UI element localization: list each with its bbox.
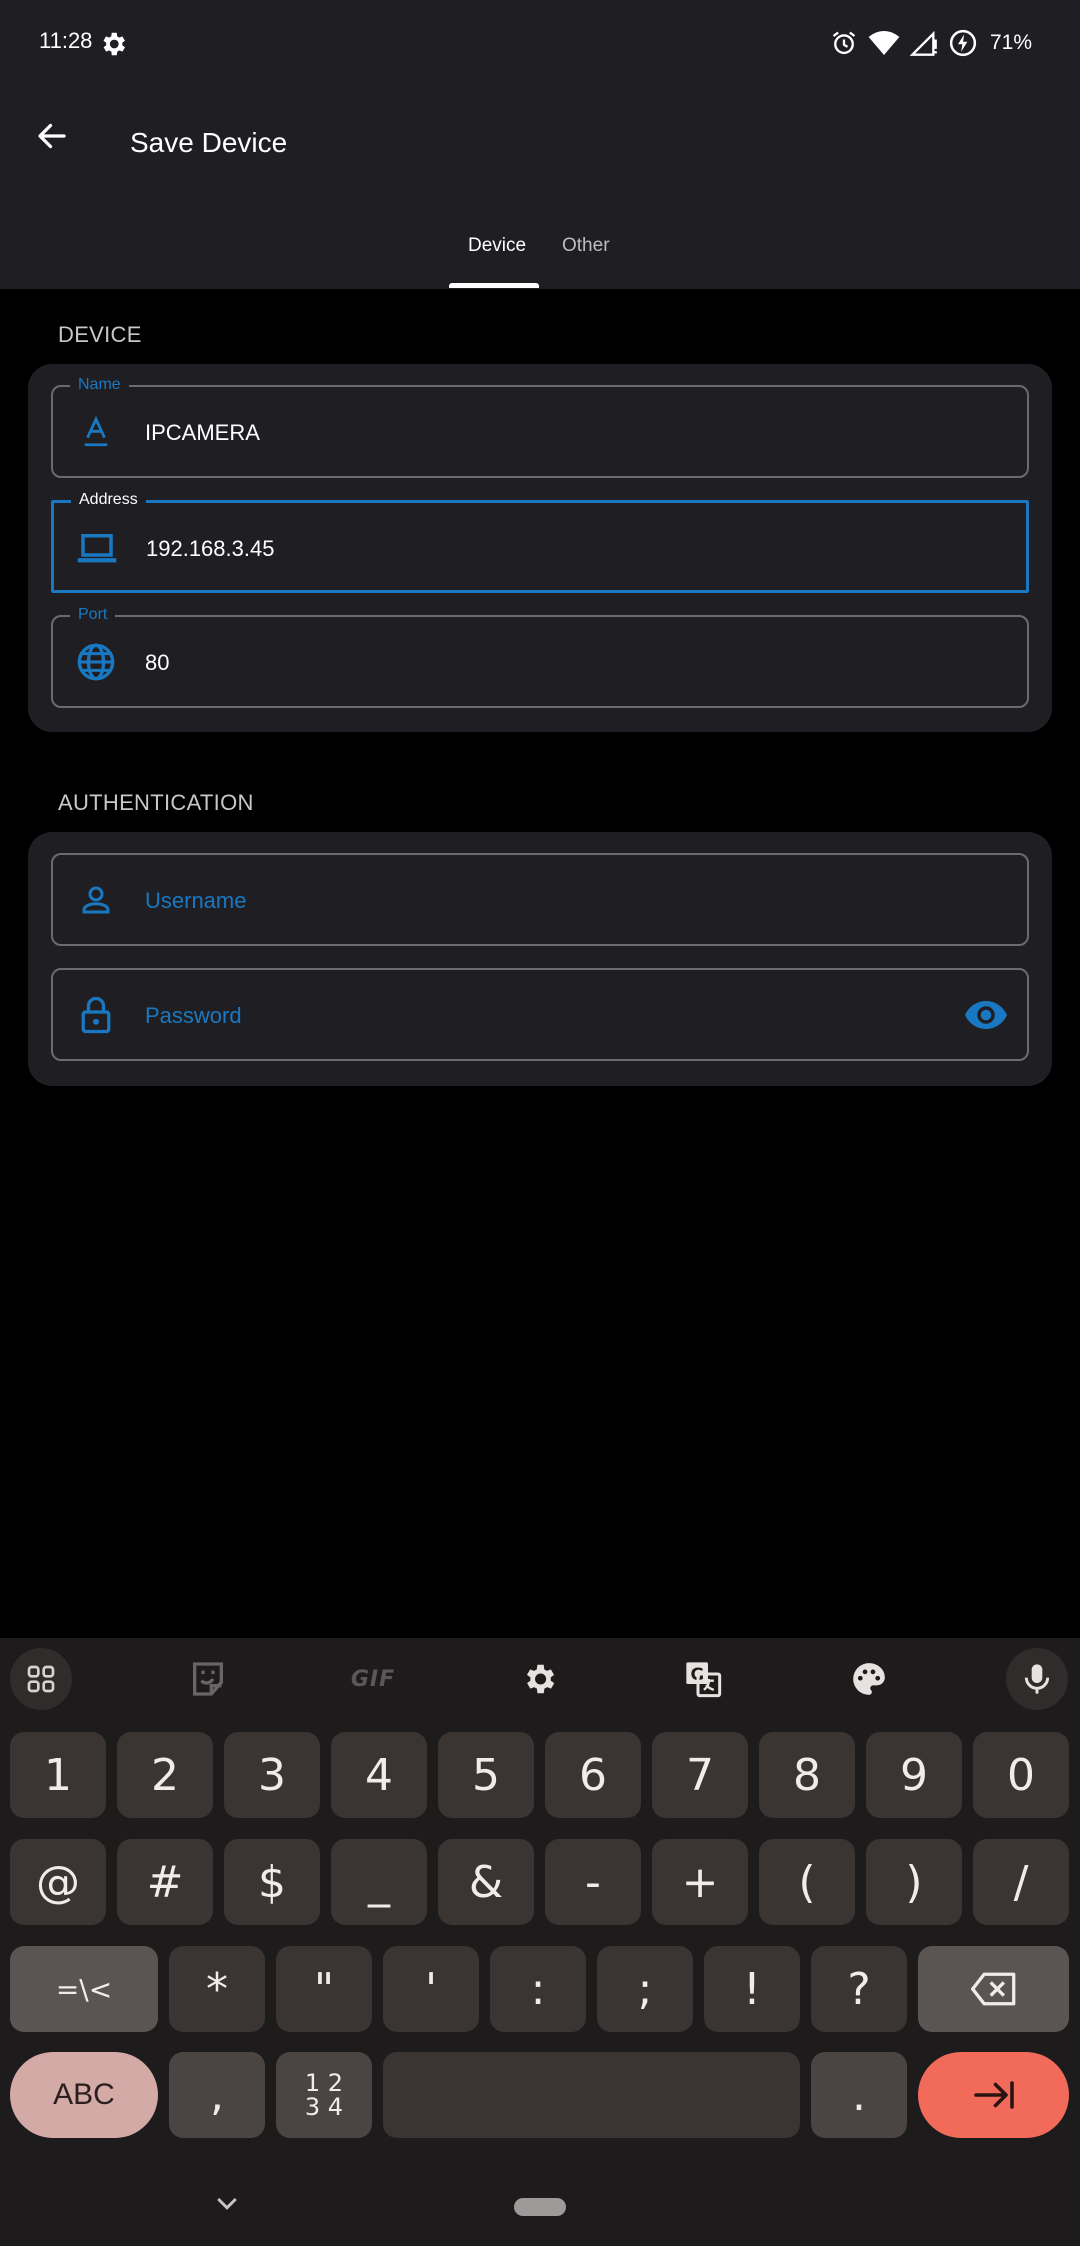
port-value: 80 bbox=[145, 650, 170, 675]
section-label-authentication: AUTHENTICATION bbox=[58, 790, 254, 815]
key-open-paren[interactable]: ( bbox=[759, 1839, 855, 1925]
key-colon[interactable]: : bbox=[490, 1946, 586, 2032]
key-question[interactable]: ? bbox=[811, 1946, 907, 2032]
key-asterisk[interactable]: * bbox=[169, 1946, 265, 2032]
password-placeholder: Password bbox=[145, 1003, 242, 1028]
key-1[interactable]: 1 bbox=[10, 1732, 106, 1818]
address-field-label: Address bbox=[71, 490, 146, 510]
space-key[interactable] bbox=[383, 2052, 800, 2138]
key-7[interactable]: 7 bbox=[652, 1732, 748, 1818]
address-value: 192.168.3.45 bbox=[146, 536, 275, 561]
keyboard: GIF G 1 2 3 4 5 6 7 8 9 0 @ # $ _ & - + … bbox=[0, 1638, 1080, 2246]
key-plus[interactable]: + bbox=[652, 1839, 748, 1925]
backspace-key[interactable] bbox=[918, 1946, 1069, 2032]
home-handle[interactable] bbox=[514, 2198, 566, 2216]
palette-icon[interactable] bbox=[838, 1648, 900, 1710]
key-4[interactable]: 4 bbox=[331, 1732, 427, 1818]
signal-icon bbox=[909, 30, 937, 56]
alarm-icon bbox=[832, 31, 856, 55]
keyboard-toolbar: GIF G bbox=[0, 1638, 1080, 1718]
lock-icon bbox=[73, 992, 119, 1038]
backspace-icon bbox=[970, 1972, 1015, 2006]
battery-saver-icon bbox=[949, 29, 977, 57]
settings-status-icon bbox=[103, 32, 125, 56]
globe-icon bbox=[73, 639, 119, 685]
key-semicolon[interactable]: ; bbox=[597, 1946, 693, 2032]
status-time: 11:28 bbox=[39, 28, 93, 53]
section-label-device: DEVICE bbox=[58, 322, 142, 347]
chevron-down-icon[interactable] bbox=[212, 2193, 242, 2215]
key-close-paren[interactable]: ) bbox=[866, 1839, 962, 1925]
key-comma[interactable]: , bbox=[169, 2052, 265, 2138]
device-card: Name IPCAMERA Address 192.168.3.45 Port bbox=[28, 364, 1052, 732]
port-field[interactable]: Port 80 bbox=[51, 605, 1029, 708]
key-period[interactable]: . bbox=[811, 2052, 907, 2138]
translate-icon[interactable]: G bbox=[672, 1648, 734, 1710]
password-field[interactable]: Password bbox=[51, 968, 1029, 1061]
settings-icon[interactable] bbox=[508, 1648, 570, 1710]
person-icon bbox=[73, 877, 119, 923]
back-button[interactable] bbox=[22, 106, 82, 166]
authentication-card: Username Password bbox=[28, 832, 1052, 1086]
key-minus[interactable]: - bbox=[545, 1839, 641, 1925]
gif-button[interactable]: GIF bbox=[342, 1648, 404, 1710]
key-numpad[interactable]: 1 2 3 4 bbox=[276, 2052, 372, 2138]
tab-other[interactable]: Other bbox=[562, 235, 610, 257]
username-field[interactable]: Username bbox=[51, 853, 1029, 946]
port-field-label: Port bbox=[70, 605, 116, 625]
key-double-quote[interactable]: " bbox=[276, 1946, 372, 2032]
key-at[interactable]: @ bbox=[10, 1839, 106, 1925]
key-5[interactable]: 5 bbox=[438, 1732, 534, 1818]
key-dollar[interactable]: $ bbox=[224, 1839, 320, 1925]
eye-icon[interactable] bbox=[963, 992, 1009, 1038]
key-slash[interactable]: / bbox=[973, 1839, 1069, 1925]
key-9[interactable]: 9 bbox=[866, 1732, 962, 1818]
key-8[interactable]: 8 bbox=[759, 1732, 855, 1818]
laptop-icon bbox=[74, 525, 120, 571]
key-underscore[interactable]: _ bbox=[331, 1839, 427, 1925]
key-exclamation[interactable]: ! bbox=[704, 1946, 800, 2032]
key-ampersand[interactable]: & bbox=[438, 1839, 534, 1925]
key-6[interactable]: 6 bbox=[545, 1732, 641, 1818]
address-field[interactable]: Address 192.168.3.45 bbox=[51, 490, 1029, 593]
key-2[interactable]: 2 bbox=[117, 1732, 213, 1818]
key-single-quote[interactable]: ' bbox=[383, 1946, 479, 2032]
mic-icon[interactable] bbox=[1006, 1648, 1068, 1710]
name-field-label: Name bbox=[70, 375, 129, 395]
key-hash[interactable]: # bbox=[117, 1839, 213, 1925]
status-bar: 11:28 71% bbox=[0, 0, 1080, 88]
tab-indicator bbox=[449, 283, 539, 288]
wifi-icon bbox=[868, 31, 900, 55]
key-more-symbols[interactable]: =\< bbox=[10, 1946, 158, 2032]
navigation-bar bbox=[0, 2166, 1080, 2246]
key-0[interactable]: 0 bbox=[973, 1732, 1069, 1818]
sticker-icon[interactable] bbox=[177, 1648, 239, 1710]
app-bar: 11:28 71% Save Device Device Other bbox=[0, 0, 1080, 289]
numpad-bottom-label: 3 4 bbox=[304, 2093, 344, 2121]
page-title: Save Device bbox=[130, 127, 288, 158]
next-field-key[interactable] bbox=[918, 2052, 1069, 2138]
tab-device[interactable]: Device bbox=[468, 235, 526, 257]
name-field[interactable]: Name IPCAMERA bbox=[51, 375, 1029, 478]
tab-bar: Device Other bbox=[0, 215, 1080, 289]
numpad-top-label: 1 2 bbox=[304, 2069, 344, 2097]
name-value: IPCAMERA bbox=[145, 420, 260, 445]
battery-percentage: 71% bbox=[989, 31, 1032, 54]
status-icons: 71% bbox=[830, 26, 1032, 60]
key-abc[interactable]: ABC bbox=[10, 2052, 158, 2138]
apps-grid-icon[interactable] bbox=[10, 1648, 72, 1710]
text-format-icon bbox=[73, 409, 119, 455]
tab-arrow-icon bbox=[973, 2081, 1014, 2109]
arrow-back-icon bbox=[38, 123, 66, 149]
username-placeholder: Username bbox=[145, 888, 247, 913]
key-3[interactable]: 3 bbox=[224, 1732, 320, 1818]
